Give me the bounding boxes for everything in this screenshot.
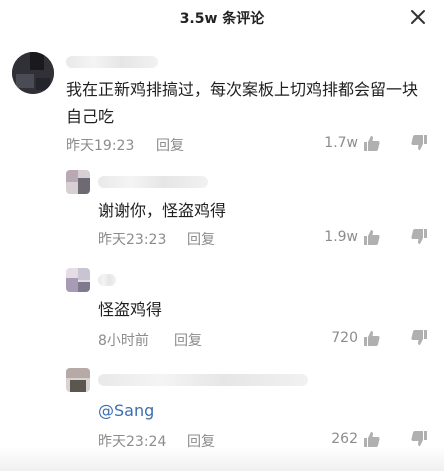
- reply-button[interactable]: 回复: [156, 135, 184, 155]
- comment-text: 我在正新鸡排搞过，每次案板上切鸡排都会留一块自己吃: [66, 80, 419, 126]
- like-count: 262: [331, 431, 358, 447]
- reply-text: 怪盗鸡得: [98, 300, 163, 319]
- avatar[interactable]: [12, 52, 54, 94]
- thumbs-down-icon[interactable]: [410, 228, 428, 246]
- like-count: 1.9w: [324, 229, 358, 245]
- username-blurred[interactable]: [98, 176, 208, 188]
- thumbs-down-icon[interactable]: [410, 430, 428, 448]
- thumbs-down-icon[interactable]: [410, 329, 428, 347]
- bottom-fade: [0, 447, 444, 471]
- comment-time: 昨天19:23: [66, 138, 135, 154]
- reply-button[interactable]: 回复: [174, 330, 202, 350]
- thumbs-up-icon[interactable]: [363, 329, 381, 347]
- thumbs-up-icon[interactable]: [363, 134, 381, 152]
- username-blurred[interactable]: [98, 274, 116, 286]
- avatar[interactable]: [66, 368, 90, 392]
- reply-text: 谢谢你，怪盗鸡得: [98, 201, 227, 220]
- username-blurred[interactable]: [66, 56, 158, 68]
- avatar[interactable]: [66, 170, 90, 194]
- thumbs-up-icon[interactable]: [363, 228, 381, 246]
- thumbs-down-icon[interactable]: [410, 134, 428, 152]
- username-blurred[interactable]: [98, 374, 308, 386]
- mention-link[interactable]: @Sang: [98, 397, 154, 424]
- like-count: 1.7w: [324, 135, 358, 151]
- avatar[interactable]: [66, 268, 90, 292]
- comment-count-title: 3.5w 条评论: [179, 11, 265, 27]
- reply-time: 8小时前: [98, 333, 149, 349]
- close-icon[interactable]: [408, 7, 428, 27]
- comments-header: 3.5w 条评论: [0, 0, 444, 34]
- reply-time: 昨天23:23: [98, 232, 167, 248]
- thumbs-up-icon[interactable]: [363, 430, 381, 448]
- reply-button[interactable]: 回复: [187, 229, 215, 249]
- like-count: 720: [331, 330, 358, 346]
